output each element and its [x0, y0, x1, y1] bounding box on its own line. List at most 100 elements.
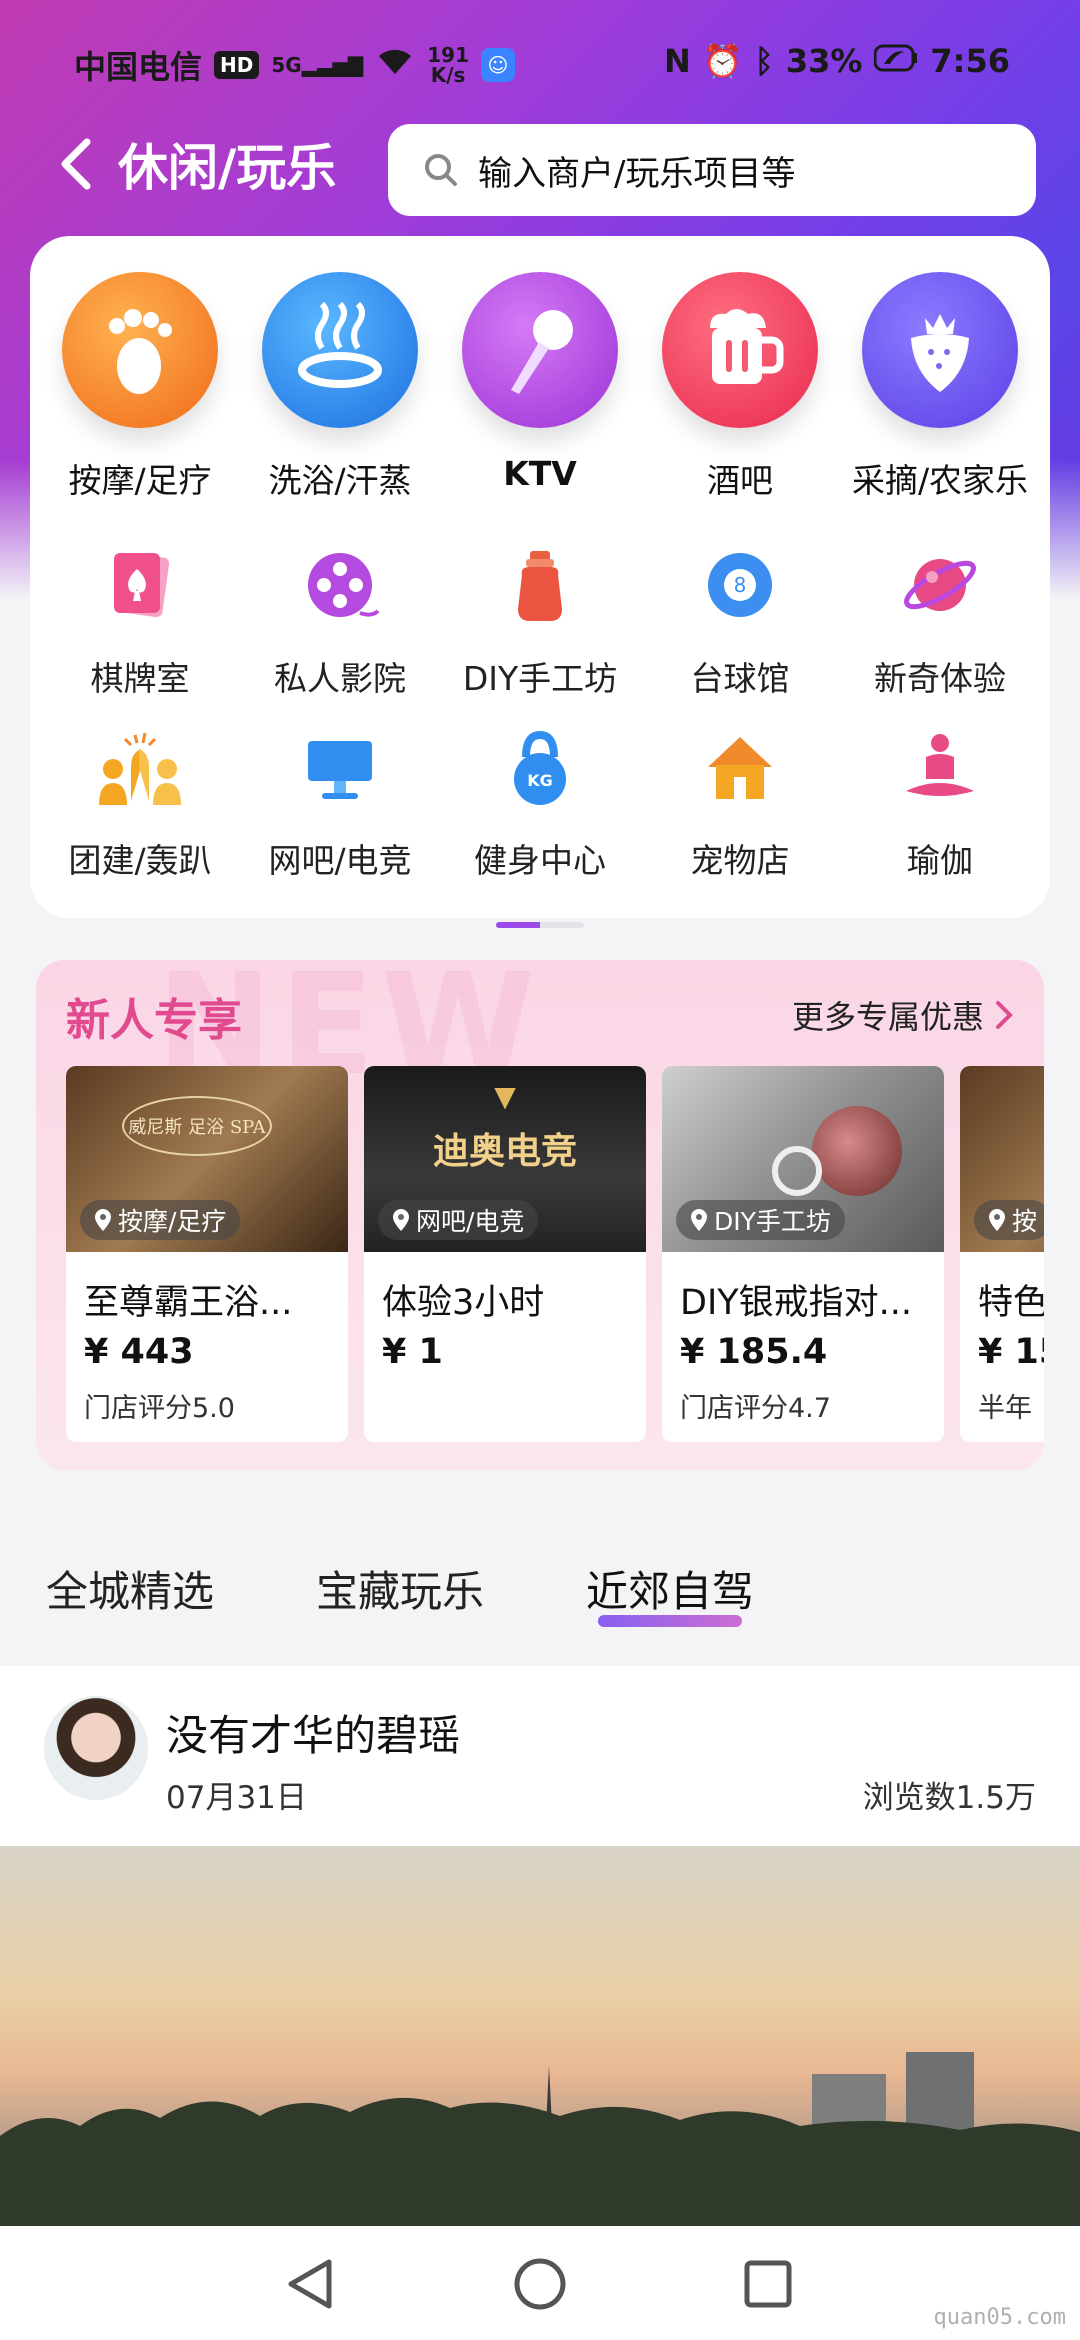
chevron-left-icon [61, 138, 91, 190]
film-reel-icon [295, 540, 385, 630]
square-recents-icon [744, 2260, 792, 2308]
battery-icon [873, 42, 918, 80]
planet-icon [895, 540, 985, 630]
search-input[interactable]: 输入商户/玩乐项目等 [388, 124, 1036, 216]
category-ktv[interactable]: KTV [440, 272, 640, 493]
offer-name: 至尊霸王浴... [84, 1283, 293, 1323]
network-speed: 191 K/s [427, 45, 469, 85]
primary-categories: 按摩/足疗 洗浴/汗蒸 KTV 酒吧 采摘/农家乐 [30, 272, 1050, 512]
offer-image: DIY手工坊 [662, 1066, 944, 1252]
category-fitness[interactable]: KG 健身中心 [440, 722, 640, 882]
offer-card[interactable]: 威尼斯 足浴 SPA 按摩/足疗 至尊霸王浴... ¥ 443 门店评分5.0 [66, 1066, 348, 1442]
more-offers-link[interactable]: 更多专属优惠 [792, 992, 1014, 1038]
avatar[interactable] [44, 1696, 148, 1800]
category-novel-experience[interactable]: 新奇体验 [840, 540, 1040, 700]
category-label: 新奇体验 [874, 659, 1006, 698]
pet-house-icon [695, 722, 785, 812]
search-placeholder: 输入商户/玩乐项目等 [478, 153, 796, 194]
post-photo[interactable] [0, 1846, 1080, 2226]
nav-home-button[interactable] [510, 2254, 570, 2314]
tag-label: 按 [1012, 1207, 1038, 1236]
author-name[interactable]: 没有才华的碧瑶 [166, 1702, 460, 1763]
offer-card[interactable]: DIY手工坊 DIY银戒指对... ¥ 185.4 门店评分4.7 [662, 1066, 944, 1442]
back-button[interactable] [50, 138, 102, 190]
category-yoga[interactable]: 瑜伽 [840, 722, 1040, 882]
category-chess-room[interactable]: 棋牌室 [40, 540, 240, 700]
newbie-exclusive-section: NEW 新人专享 更多专属优惠 威尼斯 足浴 SPA 按摩/足疗 至尊霸王浴..… [36, 960, 1044, 1470]
offer-category-tag: DIY手工坊 [676, 1200, 845, 1240]
tab-city-picks[interactable]: 全城精选 [46, 1558, 214, 1619]
offer-card[interactable]: ▼ 迪奥电竞 网吧/电竞 体验3小时 ¥ 1 [364, 1066, 646, 1442]
carrier-name: 中国电信 [74, 48, 203, 86]
app-notification-icon: ☺ [480, 48, 515, 82]
category-bar[interactable]: 酒吧 [640, 272, 840, 502]
category-label: 采摘/农家乐 [851, 461, 1029, 500]
secondary-categories-row-1: 棋牌室 私人影院 DIY手工坊 8 台球馆 新奇体验 [30, 540, 1050, 710]
location-pin-icon [989, 1209, 1005, 1231]
category-billiards[interactable]: 8 台球馆 [640, 540, 840, 700]
more-offers-label: 更多专属优惠 [791, 998, 984, 1036]
tab-suburb-drive[interactable]: 近郊自驾 [586, 1558, 754, 1627]
category-massage[interactable]: 按摩/足疗 [40, 272, 240, 502]
category-panel: 按摩/足疗 洗浴/汗蒸 KTV 酒吧 采摘/农家乐 棋牌室 私人影院 DIY手工… [30, 236, 1050, 928]
tab-treasure-fun[interactable]: 宝藏玩乐 [316, 1558, 484, 1619]
status-right: N ⏰ ᛒ 33% 7:56 [664, 42, 1010, 80]
offer-card-list: 威尼斯 足浴 SPA 按摩/足疗 至尊霸王浴... ¥ 443 门店评分5.0 … [66, 1066, 1044, 1446]
offer-name: 特色 [978, 1283, 1044, 1323]
category-label: 私人影院 [274, 659, 406, 698]
ring-shell-icon [812, 1106, 902, 1196]
alarm-icon: ⏰ [702, 42, 743, 80]
feed-post[interactable]: 没有才华的碧瑶 07月31日 浏览数1.5万 [0, 1666, 1080, 1846]
offer-card[interactable]: 按 特色 ¥ 15 半年 [960, 1066, 1044, 1442]
category-pet-shop[interactable]: 宠物店 [640, 722, 840, 882]
shop-rating: 门店评分5.0 [84, 1393, 235, 1424]
category-diy-workshop[interactable]: DIY手工坊 [440, 540, 640, 700]
category-internet-cafe[interactable]: 网吧/电竞 [240, 722, 440, 882]
tag-label: 网吧/电竞 [416, 1207, 525, 1236]
location-pin-icon [393, 1209, 409, 1231]
bluetooth-icon: ᛒ [754, 42, 774, 80]
offer-price: ¥ 185.4 [680, 1332, 828, 1372]
clock-time: 7:56 [930, 42, 1010, 80]
feed-tabs: 全城精选 宝藏玩乐 近郊自驾 [0, 1520, 1080, 1640]
offer-category-tag: 网吧/电竞 [378, 1200, 539, 1240]
offer-price: ¥ 1 [382, 1332, 443, 1372]
shop-rating: 门店评分4.7 [680, 1393, 831, 1424]
treeline-skyline-image [0, 2052, 1080, 2226]
location-pin-icon [95, 1209, 111, 1231]
circle-home-icon [514, 2258, 566, 2310]
page-title: 休闲/玩乐 [118, 139, 337, 197]
secondary-categories-row-2: 团建/轰趴 网吧/电竞 KG 健身中心 宠物店 瑜伽 [30, 722, 1050, 892]
category-picking[interactable]: 采摘/农家乐 [840, 272, 1040, 502]
offer-image: 按 [960, 1066, 1044, 1252]
playing-card-icon [95, 540, 185, 630]
category-bath[interactable]: 洗浴/汗蒸 [240, 272, 440, 502]
nfc-icon: N [663, 42, 691, 80]
beer-mug-icon [662, 272, 818, 428]
category-label: 台球馆 [690, 659, 790, 698]
category-label: 瑜伽 [907, 841, 973, 880]
offer-name: 体验3小时 [382, 1283, 545, 1323]
hot-spring-icon [262, 272, 418, 428]
category-team-building[interactable]: 团建/轰趴 [40, 722, 240, 882]
offer-category-tag: 按 [974, 1200, 1044, 1240]
location-pin-icon [691, 1209, 707, 1231]
nav-recents-button[interactable] [738, 2254, 798, 2314]
nav-back-button[interactable] [280, 2254, 340, 2314]
system-nav-bar: quan05.com [0, 2226, 1080, 2340]
strawberry-icon [862, 272, 1018, 428]
high-five-icon [95, 722, 185, 812]
post-date: 07月31日 [166, 1780, 307, 1816]
shop-logo: 威尼斯 足浴 SPA [122, 1096, 272, 1156]
svg-text:KG: KG [527, 771, 553, 790]
status-left: 中国电信 HD 5G▂▃▅▇ 191 K/s ☺ [74, 42, 515, 88]
top-bar: 休闲/玩乐 输入商户/玩乐项目等 [0, 120, 1080, 220]
category-label: 网吧/电竞 [268, 841, 412, 880]
offer-price: ¥ 443 [84, 1332, 194, 1372]
offer-category-tag: 按摩/足疗 [80, 1200, 241, 1240]
category-label: 团建/轰趴 [68, 841, 212, 880]
kettlebell-icon: KG [495, 722, 585, 812]
category-label: 健身中心 [474, 841, 606, 880]
offer-image: ▼ 迪奥电竞 网吧/电竞 [364, 1066, 646, 1252]
category-private-cinema[interactable]: 私人影院 [240, 540, 440, 700]
